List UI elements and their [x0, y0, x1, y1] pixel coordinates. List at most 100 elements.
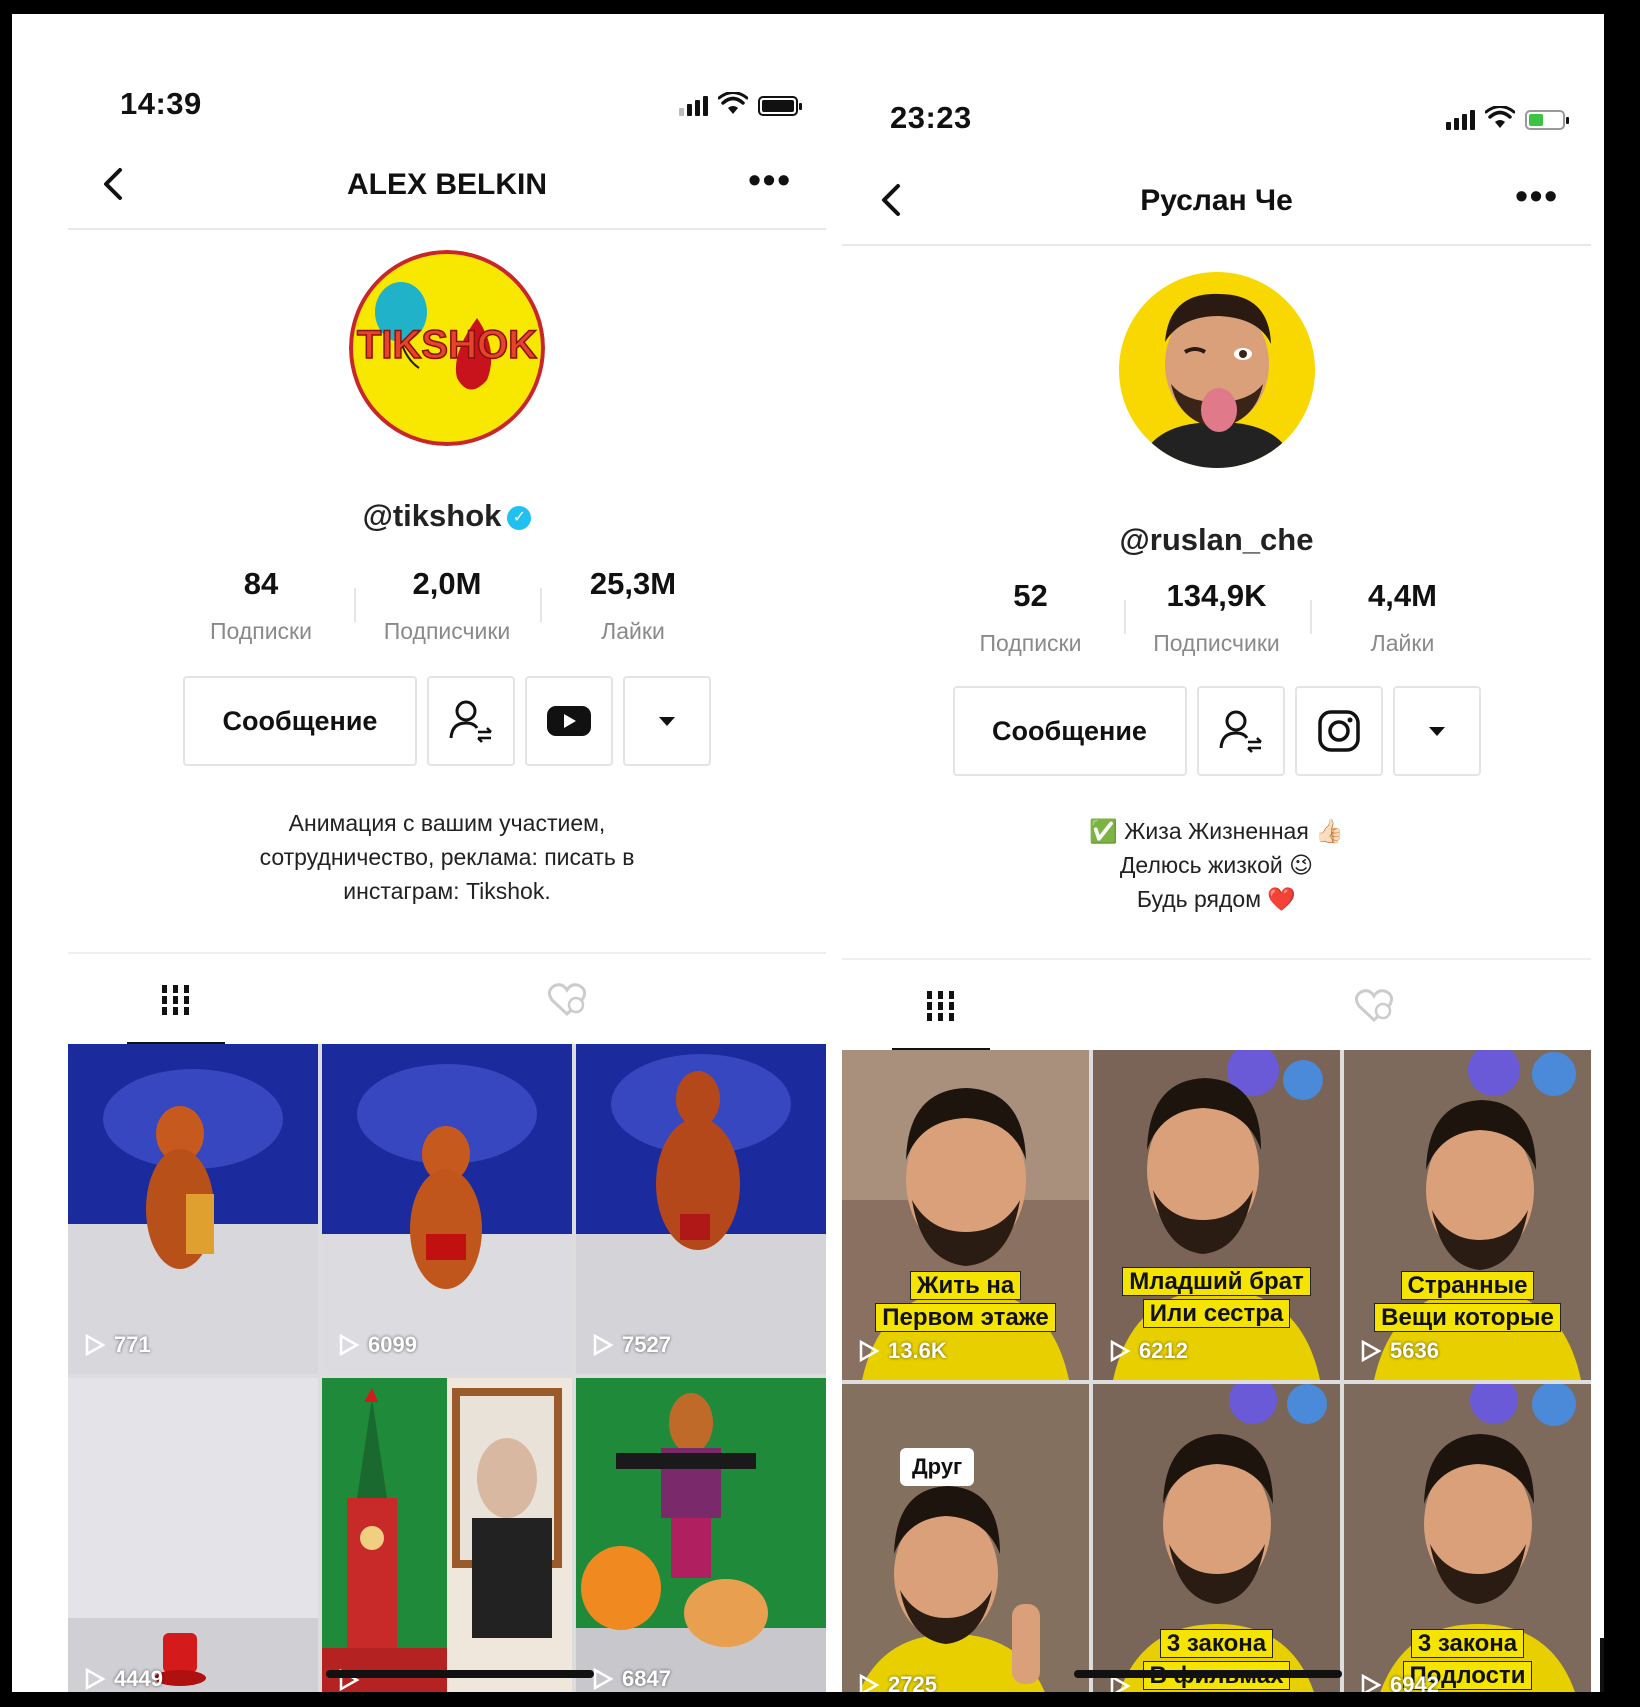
youtube-button[interactable] — [525, 676, 613, 766]
action-buttons: Сообщение — [842, 686, 1591, 776]
video-thumbnail[interactable] — [322, 1378, 572, 1692]
profile-bio: ✅ Жиза Жизненная 👍🏻 Делюсь жизкой 😉 Будь… — [1089, 818, 1344, 912]
tab-liked[interactable] — [1187, 960, 1562, 1052]
stat-likes: 25,3M Лайки — [540, 566, 726, 645]
status-time: 23:23 — [890, 100, 972, 135]
video-thumbnail[interactable]: Младший брат Или сестра 6212 — [1093, 1050, 1340, 1380]
username: @ruslan_che — [1119, 522, 1314, 557]
screenshot-canvas: 14:39 ALEX BELKIN ••• TIKSHOK @tikshok ✓… — [12, 14, 1604, 1692]
video-thumbnail[interactable]: Странные Вещи которые 5636 — [1344, 1050, 1591, 1380]
view-count: 6847 — [622, 1666, 671, 1691]
cellular-signal-icon — [1446, 108, 1475, 130]
profile-screen-ruslan: 23:23 Руслан Че ••• @ruslan_che 52 Подпи… — [842, 14, 1591, 1692]
video-thumbnail[interactable]: 4449 — [68, 1378, 318, 1692]
add-friend-icon — [449, 700, 492, 743]
avatar-logo-text: TIKSHOK — [357, 323, 537, 367]
add-friend-button[interactable] — [427, 676, 515, 766]
video-thumbnail[interactable]: 7527 — [576, 1044, 826, 1374]
text-cursor — [1600, 1638, 1604, 1692]
play-icon — [1361, 1673, 1382, 1692]
stat-followers[interactable]: 2,0M Подписчики — [354, 566, 540, 645]
video-thumbnail[interactable]: 6847 — [576, 1378, 826, 1692]
profile-tabs — [68, 952, 826, 1044]
avatar[interactable]: TIKSHOK — [349, 250, 545, 446]
video-tag-label: Друг — [900, 1448, 975, 1486]
stat-followers[interactable]: 134,9K Подписчики — [1123, 578, 1310, 657]
add-friend-button[interactable] — [1196, 686, 1285, 776]
view-count: 5636 — [1390, 1338, 1439, 1363]
play-icon — [1361, 1339, 1382, 1363]
view-count: 6212 — [1139, 1338, 1188, 1363]
video-grid: 771 6099 7527 4449 6847 — [68, 1044, 826, 1692]
video-caption: Жить на Первом этаже — [842, 1270, 1089, 1334]
play-icon — [859, 1339, 880, 1363]
verified-badge-icon: ✓ — [507, 505, 532, 530]
tab-videos[interactable] — [68, 954, 365, 1046]
video-thumbnail[interactable]: Друг 2725 — [842, 1384, 1089, 1692]
more-dots-icon[interactable]: ••• — [748, 162, 792, 198]
home-indicator[interactable] — [1074, 1670, 1342, 1678]
stat-likes: 4,4M Лайки — [1309, 578, 1496, 657]
more-dots-icon[interactable]: ••• — [1515, 178, 1559, 214]
battery-charging-icon — [1525, 110, 1569, 130]
status-time: 14:39 — [120, 86, 202, 121]
status-bar: 23:23 — [842, 88, 1591, 148]
username: @tikshok ✓ — [68, 498, 826, 534]
stat-following[interactable]: 84 Подписки — [168, 566, 354, 645]
video-caption: Странные Вещи которые — [1344, 1270, 1591, 1334]
view-count: 6099 — [368, 1332, 417, 1357]
nav-bar: Руслан Че ••• — [842, 160, 1591, 246]
instagram-button[interactable] — [1294, 686, 1383, 776]
videos-grid-icon — [926, 991, 957, 1021]
videos-grid-icon — [160, 985, 191, 1015]
dropdown-button[interactable] — [1392, 686, 1481, 776]
video-grid: Жить на Первом этаже 13.6K Младший брат … — [842, 1050, 1591, 1692]
play-icon — [85, 1667, 106, 1691]
dropdown-button[interactable] — [623, 676, 711, 766]
dropdown-arrow-icon — [659, 717, 675, 726]
video-caption: Младший брат Или сестра — [1093, 1266, 1340, 1330]
message-button[interactable]: Сообщение — [183, 676, 417, 766]
wifi-icon — [1485, 106, 1515, 128]
profile-stats: 84 Подписки 2,0M Подписчики 25,3M Лайки — [68, 566, 826, 645]
message-button[interactable]: Сообщение — [952, 686, 1187, 776]
dropdown-arrow-icon — [1428, 727, 1445, 736]
add-friend-icon — [1219, 710, 1262, 753]
video-thumbnail[interactable]: 3 закона В фильмах — [1093, 1384, 1340, 1692]
profile-bio: Анимация с вашим участием, сотрудничеств… — [259, 810, 635, 904]
battery-icon — [758, 96, 802, 116]
play-icon — [1110, 1339, 1131, 1363]
status-bar: 14:39 — [68, 74, 826, 134]
action-buttons: Сообщение — [68, 676, 826, 766]
view-count: 13.6K — [888, 1338, 947, 1363]
play-icon — [593, 1667, 614, 1691]
view-count: 6942 — [1390, 1672, 1439, 1692]
play-icon — [859, 1673, 880, 1692]
stat-following[interactable]: 52 Подписки — [938, 578, 1124, 657]
profile-stats: 52 Подписки 134,9K Подписчики 4,4M Лайки — [842, 578, 1591, 657]
instagram-icon — [1317, 710, 1360, 752]
avatar[interactable] — [1118, 272, 1315, 468]
liked-heart-icon — [1354, 989, 1393, 1023]
play-icon — [339, 1333, 360, 1357]
view-count: 4449 — [114, 1666, 163, 1691]
video-thumbnail[interactable]: Жить на Первом этаже 13.6K — [842, 1050, 1089, 1380]
tab-videos[interactable] — [842, 960, 1129, 1052]
home-indicator[interactable] — [326, 1670, 594, 1678]
profile-screen-tikshok: 14:39 ALEX BELKIN ••• TIKSHOK @tikshok ✓… — [68, 14, 826, 1692]
play-icon — [85, 1333, 106, 1357]
youtube-icon — [547, 706, 591, 736]
wifi-icon — [718, 92, 748, 114]
video-thumbnail[interactable]: 3 закона Подлости 6942 — [1344, 1384, 1591, 1692]
view-count: 771 — [114, 1332, 151, 1357]
play-icon — [593, 1333, 614, 1357]
tab-liked[interactable] — [377, 954, 756, 1046]
nav-bar: ALEX BELKIN ••• — [68, 144, 826, 230]
profile-tabs — [842, 958, 1591, 1050]
video-thumbnail[interactable]: 6099 — [322, 1044, 572, 1374]
profile-name-title: Руслан Че — [1140, 184, 1293, 217]
video-thumbnail[interactable]: 771 — [68, 1044, 318, 1374]
cellular-signal-icon — [679, 94, 708, 116]
profile-name-title: ALEX BELKIN — [346, 168, 547, 201]
liked-heart-icon — [547, 983, 586, 1017]
